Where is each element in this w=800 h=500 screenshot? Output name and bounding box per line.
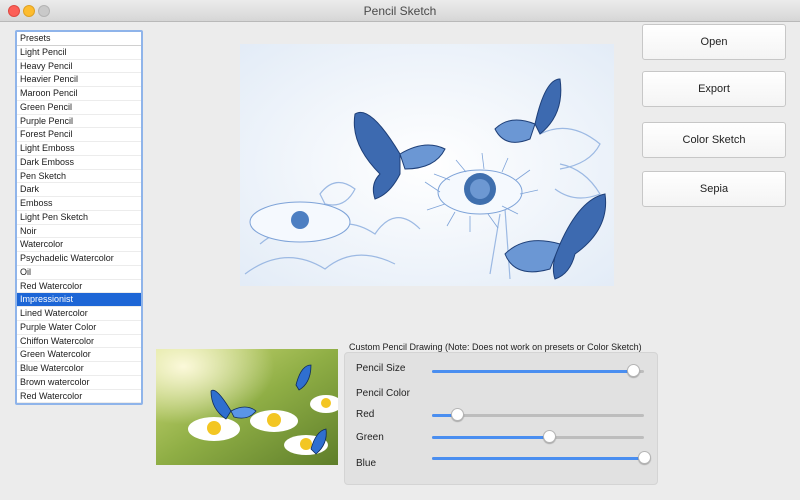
export-button[interactable]: Export [642,71,786,107]
pencil-size-label: Pencil Size [356,363,406,374]
preset-item[interactable]: Forest Pencil [17,128,141,142]
preset-item[interactable]: Psychadelic Watercolor [17,252,141,266]
preset-item[interactable]: Chiffon Watercolor [17,335,141,349]
color-sketch-button[interactable]: Color Sketch [642,122,786,158]
preset-item[interactable]: Light Pen Sketch [17,211,141,225]
preset-item[interactable]: Red Watercolor [17,280,141,294]
preset-item[interactable]: Green Pencil [17,101,141,115]
preset-item[interactable]: Red Watercolor [17,390,141,403]
green-slider[interactable] [432,430,644,444]
preset-item[interactable]: Watercolor [17,238,141,252]
pencil-color-label: Pencil Color [356,388,410,399]
blue-label: Blue [356,458,377,469]
pencil-size-slider[interactable] [432,364,644,378]
preset-item[interactable]: Purple Pencil [17,115,141,129]
preset-item[interactable]: Oil [17,266,141,280]
pencil-size-slider-knob[interactable] [627,364,641,377]
title-bar: Pencil Sketch [0,0,800,22]
original-photo-thumbnail [156,349,338,465]
original-photo-art [156,349,338,465]
red-label: Red [356,409,375,420]
window-title: Pencil Sketch [363,4,437,18]
preset-item[interactable]: Heavy Pencil [17,60,141,74]
preset-item[interactable]: Emboss [17,197,141,211]
preset-item[interactable]: Heavier Pencil [17,73,141,87]
custom-drawing-heading: Custom Pencil Drawing (Note: Does not wo… [349,342,642,352]
blue-slider[interactable] [432,451,651,465]
preset-item[interactable]: Dark Emboss [17,156,141,170]
custom-pencil-panel: Pencil Size Pencil Color Red Green Blue [344,352,658,485]
green-label: Green [356,432,384,443]
presets-list[interactable]: Presets Light Pencil Heavy Pencil Heavier … [15,30,143,405]
presets-header: Presets [17,32,141,46]
red-slider[interactable] [432,408,644,422]
green-slider-knob[interactable] [542,430,556,443]
preset-item[interactable]: Blue Watercolor [17,362,141,376]
preset-item[interactable]: Impressionist [17,293,141,307]
preset-item[interactable]: Dark [17,183,141,197]
sketch-preview-image [240,44,614,286]
preset-item[interactable]: Light Emboss [17,142,141,156]
preset-item[interactable]: Noir [17,225,141,239]
preset-item[interactable]: Maroon Pencil [17,87,141,101]
preset-item[interactable]: Purple Water Color [17,321,141,335]
blue-slider-knob[interactable] [638,451,651,464]
open-button[interactable]: Open [642,24,786,60]
preset-item[interactable]: Lined Watercolor [17,307,141,321]
red-slider-knob[interactable] [451,408,465,421]
preset-item[interactable]: Green Watercolor [17,348,141,362]
preset-item[interactable]: Pen Sketch [17,170,141,184]
preset-item[interactable]: Brown watercolor [17,376,141,390]
sepia-button[interactable]: Sepia [642,171,786,207]
preset-item[interactable]: Light Pencil [17,46,141,60]
sketch-preview-art [240,44,614,286]
